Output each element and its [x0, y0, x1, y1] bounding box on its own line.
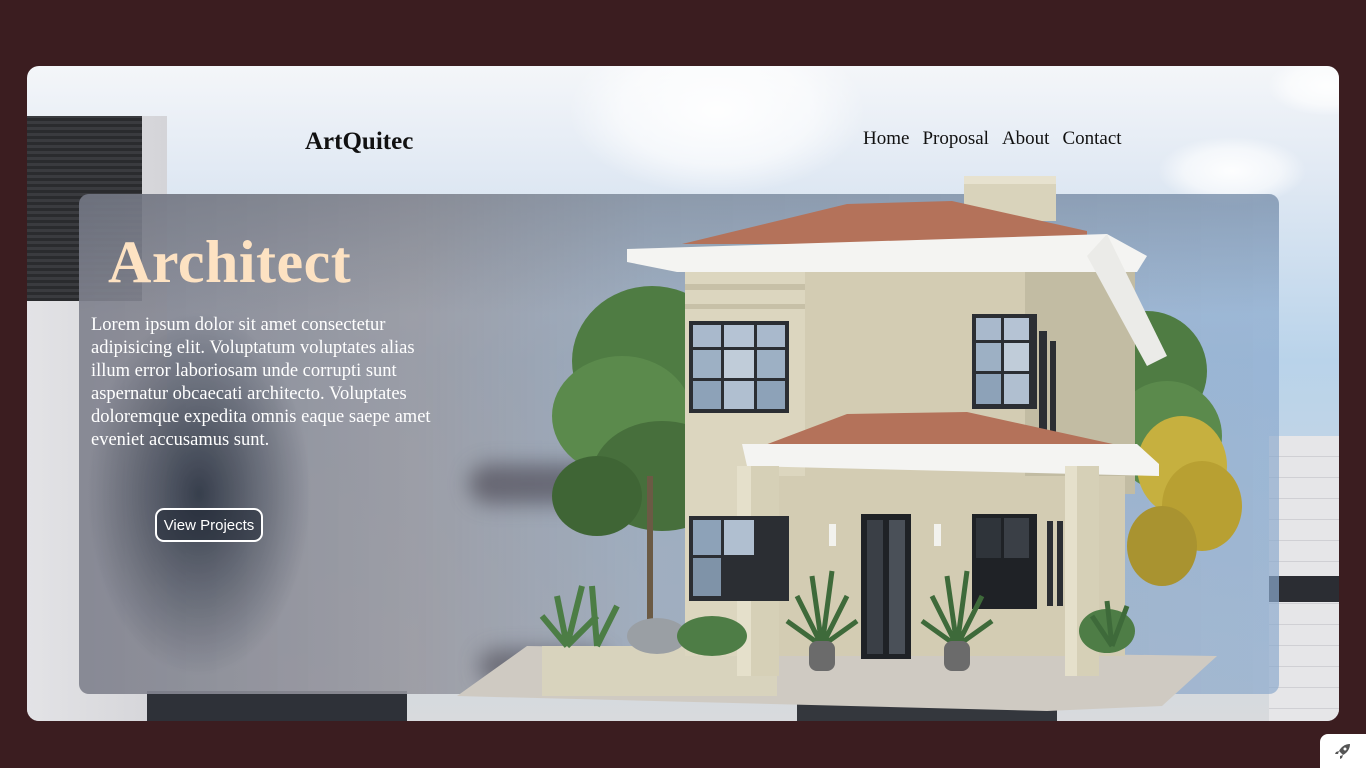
- rocket-icon: [1335, 744, 1350, 759]
- lower-window-right: [972, 514, 1063, 609]
- background-building-window: [1269, 576, 1339, 602]
- main-nav: Home Proposal About Contact: [863, 128, 1122, 150]
- nav-link-contact[interactable]: Contact: [1062, 128, 1121, 150]
- nav-link-proposal[interactable]: Proposal: [922, 128, 989, 150]
- background-ground-strip: [147, 691, 407, 721]
- front-door: [861, 514, 911, 659]
- background-building-right: [1269, 436, 1339, 721]
- corner-widget[interactable]: [1320, 734, 1366, 768]
- cloud: [1267, 66, 1339, 116]
- house-illustration: [457, 176, 1242, 711]
- lower-window-left: [689, 516, 789, 601]
- nav-link-about[interactable]: About: [1002, 128, 1050, 150]
- site-logo[interactable]: ArtQuitec: [305, 128, 413, 156]
- wall-lamp: [829, 524, 836, 546]
- upper-window-left: [689, 321, 789, 413]
- nav-link-home[interactable]: Home: [863, 128, 909, 150]
- wall-lamp: [934, 524, 941, 546]
- view-projects-button[interactable]: View Projects: [155, 508, 263, 542]
- hero-description: Lorem ipsum dolor sit amet consectetur a…: [91, 315, 431, 450]
- hero-title: Architect: [108, 229, 352, 295]
